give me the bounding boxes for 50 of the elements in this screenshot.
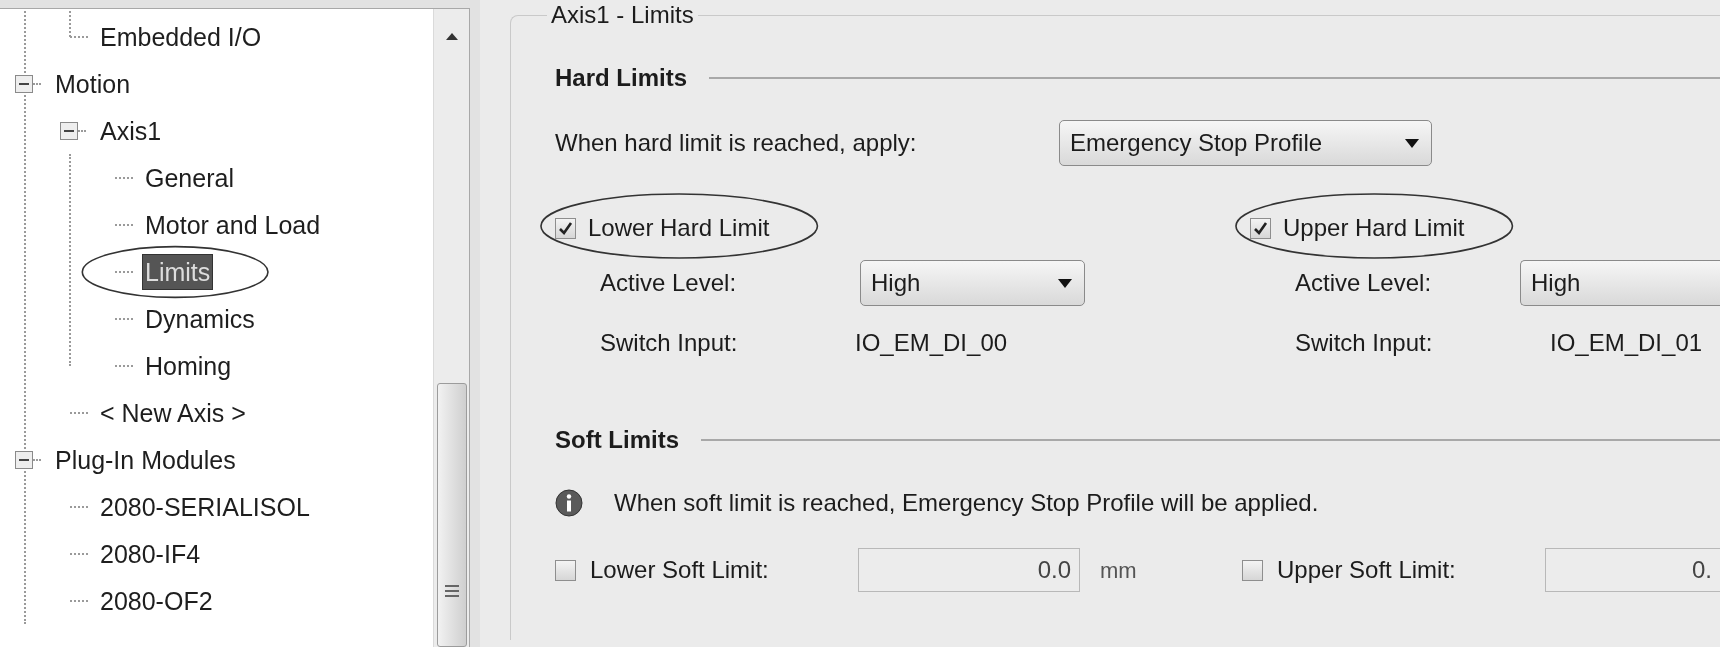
scrollbar[interactable] <box>433 9 469 647</box>
field-label: Active Level: <box>600 268 738 298</box>
field-value: IO_EM_DI_00 <box>855 328 1008 358</box>
tree-item[interactable]: 2080-OF2 <box>98 583 215 618</box>
tree-item[interactable]: Motor and Load <box>143 207 323 242</box>
tree-item[interactable]: < New Axis > <box>98 395 248 430</box>
group-title: Axis1 - Limits <box>550 0 695 30</box>
tree-item[interactable]: 2080-IF4 <box>98 536 203 571</box>
number-field[interactable]: 0.0 <box>858 548 1080 592</box>
number-field[interactable]: 0. <box>1545 548 1720 592</box>
tree-item[interactable]: Plug-In Modules <box>53 442 238 477</box>
checkmark-icon <box>1253 220 1268 236</box>
field-label: Switch Input: <box>600 328 739 358</box>
dropdown[interactable]: High <box>860 260 1085 306</box>
tree-item[interactable]: 2080-SERIALISOL <box>98 489 312 524</box>
tree-item[interactable]: Motion <box>53 66 133 101</box>
section-heading: Hard Limits <box>555 63 688 93</box>
field-label: Switch Input: <box>1295 328 1434 358</box>
checkbox[interactable] <box>555 559 576 581</box>
grip-icon <box>444 584 459 598</box>
checkbox[interactable] <box>1250 217 1271 239</box>
checkbox[interactable] <box>1242 559 1263 581</box>
caret-icon <box>1058 278 1072 288</box>
unit-label: mm <box>1100 556 1137 585</box>
field-label: Active Level: <box>1295 268 1433 298</box>
tree-item[interactable]: General <box>143 160 236 195</box>
checkbox-label: Upper Soft Limit: <box>1277 555 1457 585</box>
field-value: IO_EM_DI_01 <box>1550 328 1703 358</box>
checkmark-icon <box>558 220 573 236</box>
apply-label: When hard limit is reached, apply: <box>555 128 918 158</box>
tree-item[interactable]: Homing <box>143 348 234 383</box>
dropdown[interactable]: High <box>1520 260 1720 306</box>
checkbox-label: Lower Soft Limit: <box>590 555 770 585</box>
info-message: When soft limit is reached, Emergency Stop Profile will be applied. <box>614 488 1319 518</box>
dropdown[interactable]: Emergency Stop Profile <box>1059 120 1432 166</box>
scrollbar-thumb[interactable] <box>436 383 467 647</box>
checkbox-label: Upper Hard Limit <box>1283 213 1465 243</box>
tree-item[interactable]: Embedded I/O <box>98 19 264 54</box>
tree-item[interactable]: Axis1 <box>98 113 164 148</box>
info-icon <box>555 489 583 517</box>
tree-item[interactable]: Limits <box>143 254 213 289</box>
collapse-icon[interactable] <box>15 450 33 469</box>
checkbox[interactable] <box>555 217 576 239</box>
caret-icon <box>1405 138 1419 148</box>
collapse-icon[interactable] <box>15 74 33 93</box>
scroll-up-icon[interactable] <box>445 33 458 40</box>
checkbox-label: Lower Hard Limit <box>588 213 770 243</box>
tree-item[interactable]: Dynamics <box>143 301 257 336</box>
section-heading: Soft Limits <box>555 425 679 455</box>
collapse-icon[interactable] <box>60 121 78 140</box>
